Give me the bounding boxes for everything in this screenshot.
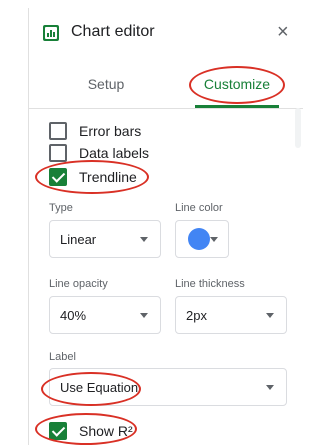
chevron-down-icon — [140, 237, 148, 242]
tab-customize[interactable]: Customize — [195, 76, 279, 92]
data-labels-checkbox-row[interactable]: Data labels — [49, 144, 149, 162]
error-bars-checkbox[interactable] — [49, 122, 67, 140]
line-opacity-value: 40% — [60, 307, 87, 323]
line-thickness-label: Line thickness — [175, 278, 245, 290]
tab-setup[interactable]: Setup — [76, 76, 136, 92]
show-r2-label: Show R² — [79, 423, 133, 439]
line-opacity-select[interactable]: 40% — [49, 296, 161, 334]
line-thickness-select[interactable]: 2px — [175, 296, 287, 334]
chevron-down-icon — [210, 237, 218, 242]
show-r2-checkbox-row[interactable]: Show R² — [49, 422, 133, 440]
trendline-checkbox[interactable] — [49, 168, 67, 186]
data-labels-label: Data labels — [79, 145, 150, 161]
trendline-label-field-label: Label — [49, 351, 76, 363]
trendline-checkbox-row[interactable]: Trendline — [49, 168, 137, 186]
label-value: Use Equation — [60, 379, 139, 395]
line-color-swatch — [188, 228, 210, 250]
close-icon[interactable]: × — [277, 22, 289, 42]
chevron-down-icon — [140, 313, 148, 318]
line-opacity-label: Line opacity — [49, 278, 108, 290]
chart-editor-panel: Chart editor × Setup Customize Error bar… — [28, 8, 303, 445]
type-select[interactable]: Linear — [49, 220, 161, 258]
panel-title: Chart editor — [71, 23, 155, 40]
chart-editor-icon — [43, 25, 59, 41]
trendline-label: Trendline — [79, 169, 137, 185]
error-bars-checkbox-row[interactable]: Error bars — [49, 122, 141, 140]
chart-editor-header: Chart editor × — [29, 8, 303, 60]
line-color-select[interactable] — [175, 220, 229, 258]
scrollbar[interactable] — [295, 108, 301, 148]
line-color-label: Line color — [175, 202, 223, 214]
error-bars-label: Error bars — [79, 123, 142, 139]
chevron-down-icon — [266, 385, 274, 390]
type-label: Type — [49, 202, 73, 214]
editor-tabs: Setup Customize — [29, 60, 303, 109]
data-labels-checkbox[interactable] — [49, 144, 67, 162]
line-thickness-value: 2px — [186, 307, 207, 323]
type-value: Linear — [60, 231, 97, 247]
chevron-down-icon — [266, 313, 274, 318]
label-select[interactable]: Use Equation — [49, 368, 287, 406]
show-r2-checkbox[interactable] — [49, 422, 67, 440]
active-tab-indicator — [195, 105, 279, 108]
